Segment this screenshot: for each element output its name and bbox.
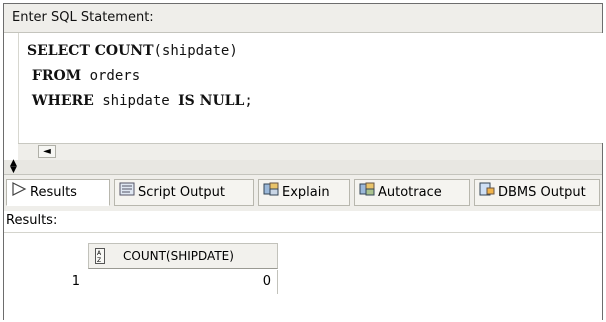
tab-label: Script Output [138,185,225,200]
sql-keyword: IS NULL [178,93,245,109]
dbms-output-icon [479,180,495,205]
sql-keyword: SELECT COUNT [27,43,154,59]
explain-plan-icon [263,180,279,205]
tab-script-output[interactable]: Script Output [114,179,254,206]
row-number[interactable]: 1 [4,270,88,294]
tab-explain[interactable]: Explain [258,179,350,206]
column-header-count-shipdate[interactable]: AZ COUNT(SHIPDATE) [88,243,278,269]
sql-text: orders [81,68,141,84]
statement-header: Enter SQL Statement: [4,4,602,33]
editor-horizontal-scrollbar[interactable]: ◄ [18,143,602,161]
sql-editor[interactable]: SELECT COUNT(shipdate) FROM orders WHERE… [18,33,603,143]
output-tabs: Results Script Output Explain Autotrace … [4,174,602,211]
sql-worksheet: Enter SQL Statement: SELECT COUNT(shipda… [3,3,603,322]
tab-label: DBMS Output [498,185,586,200]
sql-text: (shipdate) [153,43,238,59]
code-line-2[interactable]: FROM orders [27,68,140,84]
tab-label: Autotrace [378,185,442,200]
tab-autotrace[interactable]: Autotrace [354,179,470,206]
tab-results[interactable]: Results [6,179,110,206]
results-label: Results: [6,213,58,228]
table-cell[interactable]: 0 [88,270,278,294]
script-output-icon [119,180,135,205]
tab-label: Results [30,185,77,200]
play-triangle-icon [11,180,27,205]
svg-text:Z: Z [97,257,101,264]
splitter-arrows[interactable]: ▲ ▼ [10,159,17,175]
statement-label: Enter SQL Statement: [12,10,154,25]
code-line-3[interactable]: WHERE shipdate IS NULL; [27,93,253,109]
sql-text: ; [244,93,253,109]
sort-az-icon: AZ [95,248,105,272]
split-down-arrow-icon[interactable]: ▼ [10,166,17,175]
sql-keyword: WHERE [27,93,94,109]
column-header-label: COUNT(SHIPDATE) [123,249,234,263]
tab-dbms-output[interactable]: DBMS Output [474,179,600,206]
scroll-left-arrow-icon[interactable]: ◄ [38,145,56,158]
sql-keyword: FROM [27,68,82,84]
sql-text: shipdate [93,93,179,109]
tab-label: Explain [282,185,330,200]
pane-splitter[interactable]: ▲ ▼ [4,159,602,175]
autotrace-icon [359,180,375,205]
results-grid[interactable]: AZ COUNT(SHIPDATE) 1 0 [4,232,602,322]
code-line-1[interactable]: SELECT COUNT(shipdate) [27,43,238,59]
